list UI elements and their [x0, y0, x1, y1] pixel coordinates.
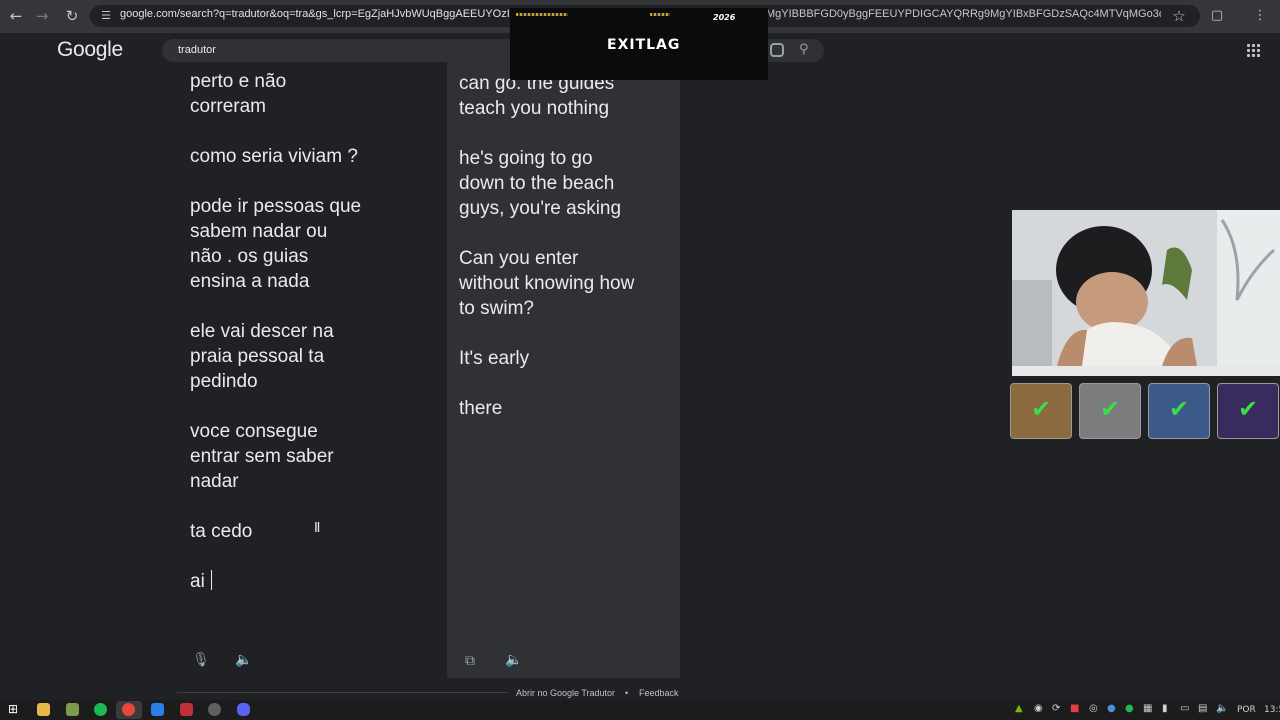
- translation-line: to swim?: [459, 298, 534, 319]
- app-icon-red[interactable]: [180, 703, 193, 716]
- translation-line: down to the beach: [459, 173, 615, 194]
- source-line: nadar: [190, 471, 239, 492]
- source-line: pode ir pessoas que: [190, 196, 362, 217]
- tray-icon[interactable]: ◎: [1089, 703, 1098, 714]
- menu-icon[interactable]: ⋮: [1250, 6, 1270, 26]
- discord-icon[interactable]: [237, 703, 250, 716]
- url-text-tail[interactable]: MgYIBBBFGD0yBggFEEUYPDIGCAYQRRg9MgYIBxBF…: [766, 8, 1161, 24]
- translation-line: he's going to go: [459, 148, 593, 169]
- obs-icon[interactable]: [208, 703, 221, 716]
- source-line: ​: [190, 169, 430, 194]
- translation-line: guys, you're asking: [459, 198, 622, 219]
- achievement-tile: ✔: [1148, 383, 1210, 439]
- tray-icon[interactable]: ▦: [1143, 703, 1152, 714]
- feedback-link[interactable]: Feedback: [639, 688, 679, 698]
- source-line: como seria viviam ?: [190, 146, 358, 167]
- volume-icon[interactable]: 🔈: [1216, 703, 1228, 714]
- source-line: ele vai descer na: [190, 321, 334, 342]
- check-icon: ✔: [1099, 395, 1121, 423]
- exitlag-year-badge: 2026: [713, 13, 736, 22]
- check-icon: ✔: [1030, 395, 1052, 423]
- ibeam-cursor-icon: Ⅱ: [314, 521, 321, 536]
- tray-icon[interactable]: ●: [1107, 703, 1116, 714]
- tray-icon[interactable]: ⟳: [1052, 703, 1060, 714]
- clock[interactable]: 13:5: [1264, 705, 1280, 715]
- bookmark-star-icon[interactable]: ☆: [1169, 6, 1189, 26]
- source-line: ta cedo: [190, 521, 253, 542]
- file-explorer-icon[interactable]: [37, 703, 50, 716]
- achievement-tile: ✔: [1079, 383, 1141, 439]
- spotify-icon[interactable]: [94, 703, 107, 716]
- overlay-stripe: [650, 13, 670, 16]
- translation-line: without knowing how: [459, 273, 635, 294]
- source-line: correram: [190, 96, 267, 117]
- translation-text: can go. the guides teach you nothing ​ h…: [459, 71, 674, 421]
- translation-line: ​: [459, 321, 674, 346]
- source-line: ​: [190, 394, 430, 419]
- nvidia-tray-icon[interactable]: ▲: [1015, 703, 1023, 714]
- check-icon: ✔: [1168, 395, 1190, 423]
- translation-line: Can you enter: [459, 248, 579, 269]
- search-icon[interactable]: ⚲: [799, 42, 809, 57]
- network-icon[interactable]: ▤: [1198, 703, 1207, 714]
- translation-line: ​: [459, 121, 674, 146]
- tray-icon[interactable]: ■: [1070, 703, 1079, 714]
- source-line: voce consegue: [190, 421, 318, 442]
- chrome-icon[interactable]: [122, 703, 135, 716]
- translation-line: ​: [459, 221, 674, 246]
- exitlag-logo: EXITLAG: [607, 37, 681, 53]
- app-icon-blue[interactable]: [151, 703, 164, 716]
- forward-icon[interactable]: →: [32, 6, 52, 26]
- open-translator-link[interactable]: Abrir no Google Tradutor: [516, 688, 615, 698]
- overlay-stripe: [516, 13, 568, 16]
- source-text[interactable]: perto e não correram ​ como seria viviam…: [190, 69, 430, 594]
- source-speaker-icon[interactable]: 🔈: [235, 651, 253, 669]
- source-line: perto e não: [190, 71, 287, 92]
- tray-icon[interactable]: ▭: [1180, 703, 1189, 714]
- divider: [177, 692, 507, 693]
- source-line: ai: [190, 571, 205, 592]
- language-indicator[interactable]: POR: [1237, 705, 1256, 715]
- extensions-icon[interactable]: ▢: [1207, 6, 1227, 26]
- source-line: ensina a nada: [190, 271, 310, 292]
- site-settings-icon[interactable]: ☰: [96, 6, 116, 26]
- translation-line: there: [459, 398, 503, 419]
- check-icon: ✔: [1237, 395, 1259, 423]
- footer-separator: •: [625, 688, 629, 698]
- source-line: praia pessoal ta: [190, 346, 325, 367]
- achievement-tile: ✔: [1010, 383, 1072, 439]
- source-line: ​: [190, 119, 430, 144]
- google-logo[interactable]: Google: [57, 38, 123, 62]
- back-icon[interactable]: ←: [6, 6, 26, 26]
- source-line: ​: [190, 494, 430, 519]
- translation-line: ​: [459, 371, 674, 396]
- app-icon[interactable]: [66, 703, 79, 716]
- translation-line: teach you nothing: [459, 98, 610, 119]
- source-line: ​: [190, 544, 430, 569]
- reload-icon[interactable]: ↻: [62, 6, 82, 26]
- text-caret: [211, 570, 212, 590]
- windows-start-icon[interactable]: ⊞: [8, 703, 21, 716]
- microphone-icon[interactable]: 🎙: [192, 651, 210, 669]
- source-line: não . os guias: [190, 246, 309, 267]
- source-line: pedindo: [190, 371, 258, 392]
- tray-icon[interactable]: ◉: [1034, 703, 1043, 714]
- google-apps-icon[interactable]: [1247, 44, 1261, 58]
- copy-icon[interactable]: ⧉: [461, 652, 479, 670]
- achievement-tile: ✔: [1217, 383, 1279, 439]
- microphone-tray-icon[interactable]: ▮: [1162, 703, 1168, 714]
- tray-icon[interactable]: ●: [1125, 703, 1134, 714]
- webcam-feed: [1012, 210, 1280, 366]
- source-line: entrar sem saber: [190, 446, 334, 467]
- lens-icon[interactable]: [770, 43, 784, 57]
- source-line: sabem nadar ou: [190, 221, 328, 242]
- webcam-border: [1012, 366, 1280, 376]
- translation-line: It's early: [459, 348, 530, 369]
- translation-speaker-icon[interactable]: 🔈: [505, 651, 523, 669]
- source-line: ​: [190, 294, 430, 319]
- search-input[interactable]: tradutor: [178, 44, 216, 56]
